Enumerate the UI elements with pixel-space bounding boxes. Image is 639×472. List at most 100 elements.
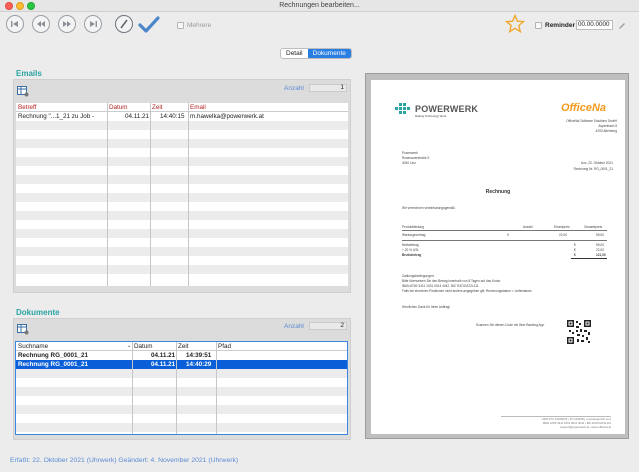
col-email[interactable]: Email [190,104,206,111]
status-text: Erfaßt: 22. Oktober 2021 (Uhrwerk) Geänd… [10,457,239,464]
cell-datum: 04.11.21 [151,352,176,359]
invoice-item: Wartungsvertrag [402,233,426,237]
emails-table[interactable]: Betreff Datum Zeit Email Rechnung "...1_… [16,103,348,286]
dokumente-anzahl-label: Anzahl [284,323,304,330]
edit-pencil-icon[interactable] [617,20,627,30]
gross-value: 121,00 [596,253,606,257]
last-record-icon[interactable] [84,15,102,33]
cell-suchname: Rechnung RG_0001_21 [18,361,88,368]
table-row[interactable] [16,166,348,175]
invoice-date: Linz, 22. Oktober 2021 [580,161,613,165]
table-row[interactable] [16,378,347,387]
emails-section-title: Emails [16,69,42,78]
currency-symbol: € [574,243,576,247]
title-bar: Rechnungen bearbeiten... [0,0,639,12]
recipient-line: Powerwerk [402,151,418,155]
table-row[interactable] [16,423,347,432]
table-row[interactable] [16,139,348,148]
table-row[interactable] [16,220,348,229]
column-divider [150,103,151,286]
gross-label: Bruttobetrag [402,253,422,257]
col-zeit[interactable]: Zeit [152,104,163,111]
col-suchname[interactable]: Suchname [18,343,48,350]
table-row[interactable] [16,229,348,238]
table-row[interactable] [16,184,348,193]
col-datum[interactable]: Datum [134,343,153,350]
terms-line: IBAN AT82 3411 1001 0014 4042, BIC RZOOA… [402,284,479,288]
net-value: 99,00 [596,243,604,247]
col-datum[interactable]: Datum [109,104,128,111]
invoice-item: 22,00 [559,233,567,237]
document-preview[interactable]: POWERWERK Making Technology Work OfficeN… [365,73,629,439]
divider [571,258,607,259]
table-row[interactable] [16,256,348,265]
table-row[interactable] [16,193,348,202]
invoice-page: POWERWERK Making Technology Work OfficeN… [371,80,625,434]
col-betreff[interactable]: Betreff [18,104,36,111]
cell-zeit: 14:40:15 [160,113,185,120]
window-title: Rechnungen bearbeiten... [279,2,360,9]
table-settings-icon[interactable] [17,86,29,97]
cancel-icon[interactable] [115,15,133,33]
qr-code-icon [567,320,591,344]
previous-record-icon[interactable] [32,15,50,33]
table-row-selected[interactable]: Rechnung RG_0001_21 04.11.21 14:40:29 [16,360,347,369]
reminder-date-field[interactable]: 00.00.0000 [576,20,613,30]
cell-betreff: Rechnung "...1_21 zu Job - [18,113,95,120]
view-tabs: Detail Dokumente [280,48,352,59]
first-record-icon[interactable] [6,15,24,33]
tab-dokumente[interactable]: Dokumente [307,49,351,58]
table-row[interactable] [16,387,347,396]
table-row[interactable] [16,175,348,184]
cell-datum: 04.11.21 [151,361,176,368]
company-line: 4293 Altenberg [595,129,617,133]
column-divider [176,342,177,434]
table-row[interactable] [16,369,347,378]
invoice-item: 9 [507,233,509,237]
cell-email: m.hawelka@powerwerk.at [190,113,264,120]
mehrere-checkbox[interactable] [177,22,184,29]
emails-table-header: Betreff Datum Zeit Email [16,103,348,112]
table-row[interactable] [16,414,347,423]
table-row[interactable]: Rechnung RG_0001_21 04.11.21 14:39:51 [16,351,347,360]
currency-symbol: € [574,253,576,257]
table-settings-icon[interactable] [17,324,29,335]
scan-hint: Scannen Sie diesen Code mit Ihrer Bankin… [476,323,545,327]
reminder-checkbox[interactable] [535,22,542,29]
column-divider [107,103,108,286]
invoice-col-header: Gesamtpreis [584,225,603,229]
table-row[interactable]: Rechnung "...1_21 zu Job - 04.11.21 14:4… [16,112,348,121]
table-row[interactable] [16,148,348,157]
table-row[interactable] [16,202,348,211]
table-row[interactable] [16,405,347,414]
table-row[interactable] [16,274,348,283]
sort-chevron-down-icon[interactable]: ⌄ [127,343,131,349]
dokumente-table[interactable]: Suchname ⌄ Datum Zeit Pfad Rechnung RG_0… [15,341,348,435]
toolbar: Mehrere Reminder 00.00.0000 [0,12,639,40]
column-divider [132,342,133,434]
table-row[interactable] [16,247,348,256]
thanks-line: Herzlichen Dank für Ihren Auftrag! [402,305,451,309]
col-zeit[interactable]: Zeit [178,343,189,350]
confirm-check-icon[interactable] [138,15,160,33]
table-row[interactable] [16,130,348,139]
next-record-icon[interactable] [58,15,76,33]
invoice-intro: Wir verrechnen vereinbarungsgemäß: [402,206,456,210]
invoice-col-header: Einzelpreis [554,225,570,229]
vat-value: 22,00 [596,248,604,252]
table-row[interactable] [16,238,348,247]
col-pfad[interactable]: Pfad [218,343,231,350]
cell-zeit: 14:39:51 [186,352,212,359]
company-line: Aspenbach 5 [598,124,617,128]
cell-datum: 04.11.21 [125,113,150,120]
table-row[interactable] [16,396,347,405]
table-row[interactable] [16,265,348,274]
table-row[interactable] [16,121,348,130]
table-row[interactable] [16,157,348,166]
currency-symbol: € [574,248,576,252]
net-label: Nettobetrag [402,243,419,247]
tab-detail[interactable]: Detail [281,49,308,58]
table-row[interactable] [16,211,348,220]
favorite-star-icon[interactable] [504,13,526,34]
cell-suchname: Rechnung RG_0001_21 [18,352,88,359]
